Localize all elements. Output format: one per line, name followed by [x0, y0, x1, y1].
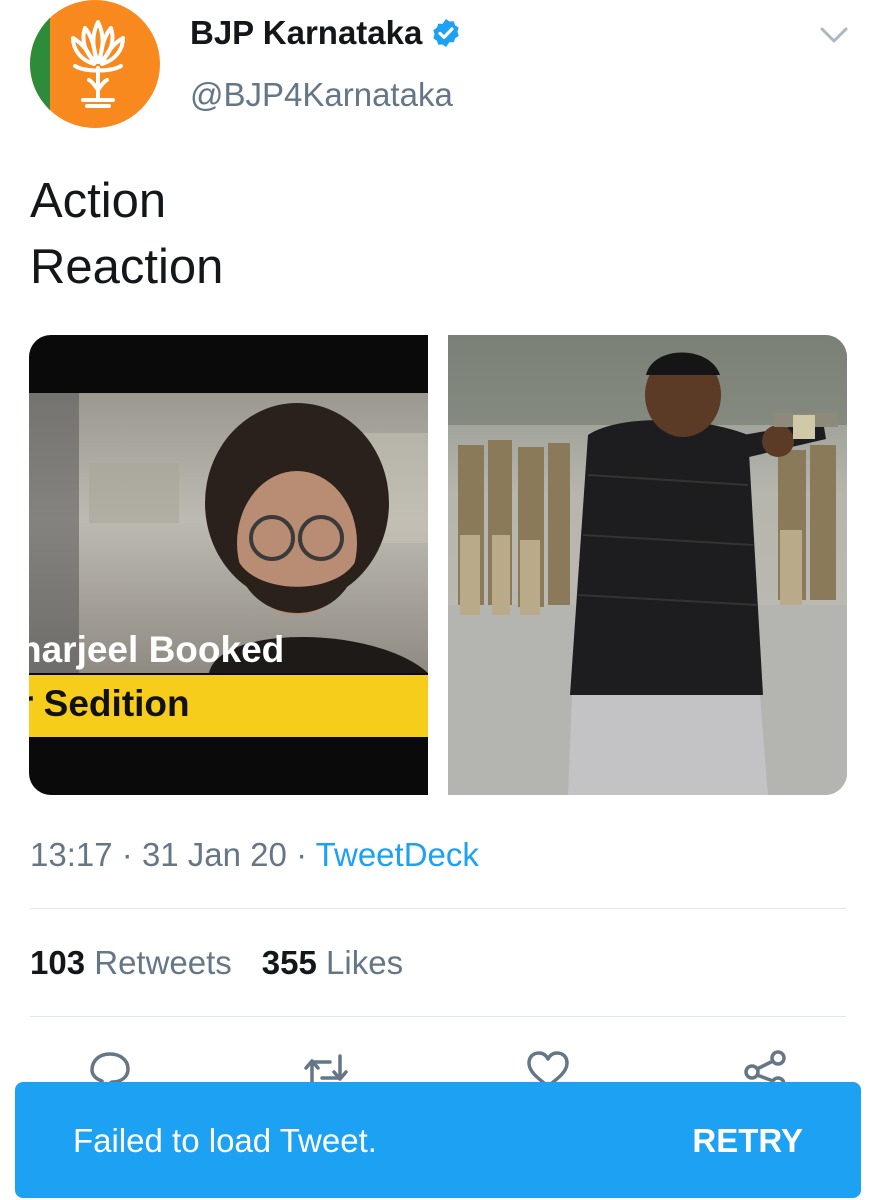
tweet-media-grid: harjeel Booked r Sedition [29, 335, 847, 795]
tweet-text-line: Action [30, 174, 167, 228]
retweets-label: Retweets [94, 944, 232, 981]
avatar[interactable] [30, 0, 160, 128]
tweet-text-line: Reaction [30, 240, 224, 294]
verified-badge-icon [433, 19, 460, 47]
retry-button[interactable]: RETRY [692, 1122, 803, 1160]
retweets-stat[interactable]: 103 Retweets [30, 944, 232, 981]
media-photo-right[interactable] [448, 335, 847, 795]
meta-separator: · [121, 836, 133, 873]
lotus-logo-icon [71, 20, 125, 108]
tweet-date[interactable]: 31 Jan 20 [142, 836, 287, 873]
street-scene-image [448, 335, 847, 795]
tweet-text: Action Reaction [30, 168, 223, 300]
tweet-source-link[interactable]: TweetDeck [316, 836, 479, 873]
divider [30, 908, 846, 909]
caption-line-2: r Sedition [29, 683, 190, 724]
snackbar-message: Failed to load Tweet. [73, 1122, 377, 1159]
media-photo-left[interactable]: harjeel Booked r Sedition [29, 335, 428, 795]
caption-bar: r Sedition [29, 675, 428, 737]
account-name-row: BJP Karnataka [190, 14, 462, 52]
avatar-flag-stripe [30, 0, 50, 128]
likes-label: Likes [326, 944, 404, 981]
tweet-stats: 103 Retweets 355 Likes [30, 944, 403, 982]
account-handle[interactable]: @BJP4Karnataka [190, 76, 453, 114]
likes-count: 355 [261, 944, 317, 981]
error-snackbar: Failed to load Tweet. RETRY [15, 1082, 861, 1198]
caption-line-1: harjeel Booked [29, 629, 285, 670]
retweets-count: 103 [30, 944, 86, 981]
account-name[interactable]: BJP Karnataka [190, 14, 422, 52]
meta-separator: · [296, 836, 308, 873]
tweet-time[interactable]: 13:17 [30, 836, 113, 873]
likes-stat[interactable]: 355 Likes [262, 944, 403, 981]
divider [30, 1016, 846, 1017]
chevron-down-icon[interactable] [818, 24, 850, 46]
tweet-meta: 13:17 · 31 Jan 20 · TweetDeck [30, 836, 479, 874]
